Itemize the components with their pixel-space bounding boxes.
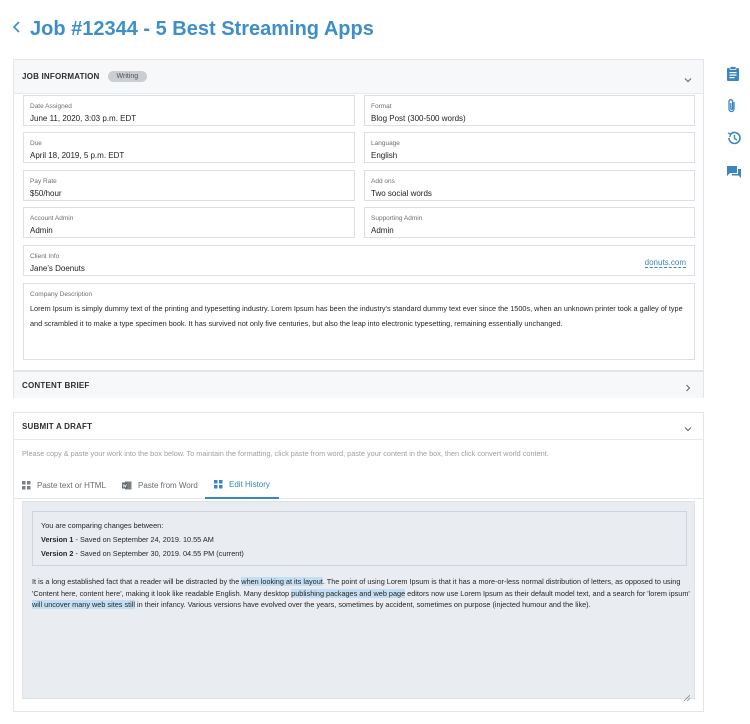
page-title: Job #12344 - 5 Best Streaming Apps — [30, 17, 374, 40]
field-value: Jane's Doenuts — [30, 264, 85, 273]
job-information-panel: JOB INFORMATION Writing Date Assigned Ju… — [13, 59, 704, 371]
field-value: Blog Post (300-500 words) — [371, 114, 466, 123]
submit-draft-header[interactable]: SUBMIT A DRAFT — [14, 413, 703, 440]
add-ons-field: Add ons Two social words — [364, 170, 695, 201]
content-brief-header[interactable]: CONTENT BRIEF — [14, 372, 703, 398]
chevron-down-icon[interactable] — [683, 72, 693, 83]
resize-handle-icon[interactable] — [683, 688, 691, 702]
version-1-label: Version 1 — [41, 535, 74, 544]
supporting-admin-field: Supporting Admin Admin — [364, 207, 695, 238]
draft-body-text[interactable]: It is a long established fact that a rea… — [32, 576, 692, 611]
body-segment: editors now use Lorem Ipsum as their def… — [405, 588, 690, 598]
page-header: Job #12344 - 5 Best Streaming Apps — [12, 14, 374, 44]
company-description-field: Company Description Lorem Ipsum is simpl… — [23, 283, 695, 360]
company-description-text: Lorem Ipsum is simply dummy text of the … — [30, 304, 683, 328]
chat-icon[interactable] — [726, 164, 742, 180]
tab-label: Edit History — [229, 479, 270, 489]
field-label: Add ons — [371, 178, 395, 185]
client-website-link[interactable]: donuts.com — [644, 258, 686, 268]
job-information-header[interactable]: JOB INFORMATION Writing — [14, 60, 703, 94]
field-label: Supporting Admin — [371, 215, 423, 222]
field-label: Format — [371, 103, 392, 110]
field-label: Due — [30, 140, 42, 147]
field-label: Account Admin — [30, 215, 74, 222]
grid-icon — [214, 479, 223, 489]
field-value: English — [371, 151, 398, 160]
field-label: Company Description — [30, 291, 93, 298]
version-2-line: Version 2 - Saved on September 30, 2019.… — [41, 547, 678, 561]
tab-label: Paste from Word — [138, 480, 198, 490]
paste-instructions: Please copy & paste your work into the b… — [22, 449, 549, 458]
compare-heading: You are comparing changes between: — [41, 521, 164, 530]
content-brief-title: CONTENT BRIEF — [22, 380, 90, 390]
tab-edit-history[interactable]: Edit History — [205, 471, 279, 499]
field-value: April 18, 2019, 5 p.m. EDT — [30, 151, 125, 160]
status-badge: Writing — [107, 71, 148, 82]
draft-editor[interactable]: You are comparing changes between: Versi… — [22, 501, 695, 702]
submit-draft-panel: SUBMIT A DRAFT Please copy & paste your … — [13, 412, 704, 712]
language-field: Language English — [364, 132, 695, 163]
tab-paste-word[interactable]: Paste from Word — [122, 471, 198, 499]
version-2-text: - Saved on September 30, 2019. 04.55 PM … — [73, 549, 244, 558]
field-value: Two social words — [371, 189, 432, 198]
field-label: Date Assigned — [30, 103, 72, 110]
due-field: Due April 18, 2019, 5 p.m. EDT — [23, 132, 355, 163]
field-value: June 11, 2020, 3:03 p.m. EDT — [30, 114, 137, 123]
word-icon — [122, 481, 132, 490]
paperclip-icon[interactable] — [726, 98, 742, 114]
field-value: Admin — [30, 226, 53, 235]
highlight-change: will uncover many web sites still — [32, 600, 136, 609]
editor-tabs: Paste text or HTML Paste from Word Edit … — [14, 471, 703, 499]
version-compare-box: You are comparing changes between: Versi… — [32, 511, 687, 566]
pay-rate-field: Pay Rate $50/hour — [23, 170, 355, 201]
version-1-line: Version 1 - Saved on September 24, 2019.… — [41, 533, 678, 547]
history-icon[interactable] — [726, 130, 742, 146]
field-label: Client Info — [30, 253, 60, 260]
tab-label: Paste text or HTML — [37, 480, 106, 490]
version-2-label: Version 2 — [41, 549, 74, 558]
tab-paste-text[interactable]: Paste text or HTML — [22, 471, 106, 499]
content-brief-panel[interactable]: CONTENT BRIEF — [13, 371, 704, 398]
body-segment: in their infancy. Various versions have … — [135, 600, 591, 609]
field-value: $50/hour — [30, 189, 62, 198]
clipboard-icon[interactable] — [726, 66, 742, 82]
account-admin-field: Account Admin Admin — [23, 207, 355, 238]
version-1-text: - Saved on September 24, 2019. 10.55 AM — [73, 535, 214, 544]
format-field: Format Blog Post (300-500 words) — [364, 95, 695, 126]
submit-draft-title: SUBMIT A DRAFT — [22, 421, 93, 431]
highlight-change: when looking at its layout — [241, 577, 323, 586]
field-label: Language — [371, 140, 400, 147]
body-segment: It is a long established fact that a rea… — [32, 577, 242, 586]
date-assigned-field: Date Assigned June 11, 2020, 3:03 p.m. E… — [23, 95, 355, 126]
grid-icon — [22, 480, 31, 490]
job-information-title: JOB INFORMATION — [22, 72, 100, 81]
chevron-right-icon[interactable] — [683, 380, 693, 392]
back-chevron-icon[interactable] — [12, 20, 28, 38]
client-info-field: Client Info Jane's Doenuts donuts.com — [23, 245, 695, 276]
field-label: Pay Rate — [30, 178, 57, 185]
highlight-change: publishing packages and web page — [291, 588, 406, 598]
field-value: Admin — [371, 226, 394, 235]
chevron-down-icon[interactable] — [683, 421, 693, 432]
